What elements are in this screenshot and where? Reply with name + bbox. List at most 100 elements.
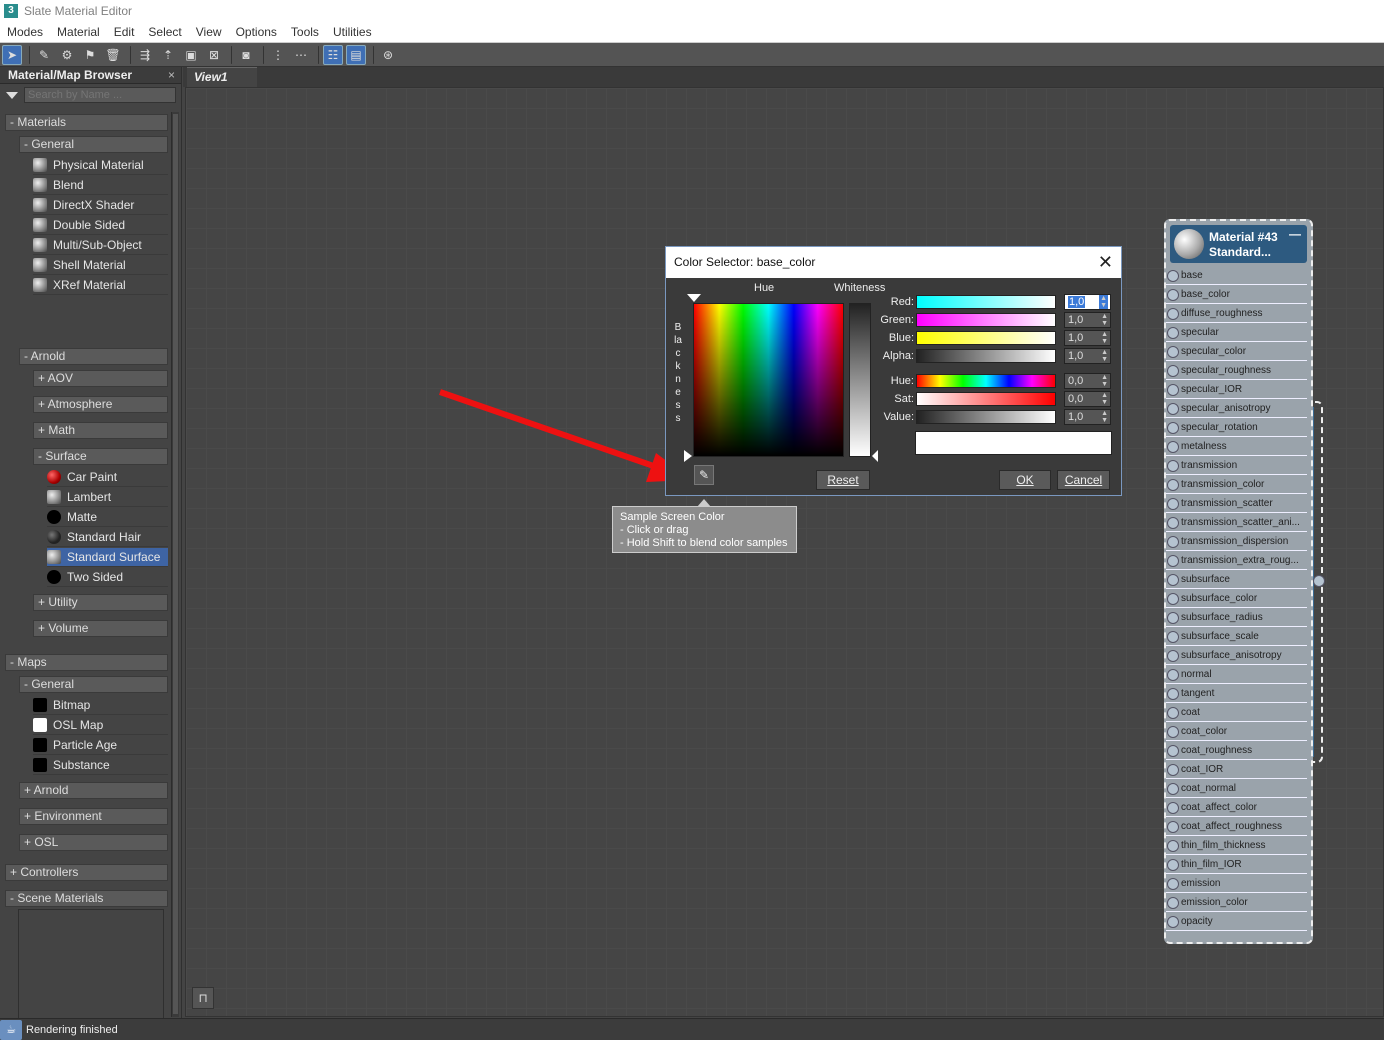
blackness-marker-icon[interactable] — [684, 450, 692, 462]
list-item[interactable]: OSL Map — [33, 716, 168, 735]
minimize-icon[interactable]: — — [1289, 227, 1301, 241]
hide-unused-icon[interactable]: ⇡ — [158, 45, 178, 65]
input-port[interactable] — [1167, 270, 1179, 282]
list-item[interactable]: Matte — [47, 508, 168, 527]
select-tool-icon[interactable]: ➤ — [2, 44, 22, 65]
node-slot[interactable]: coat_IOR — [1166, 761, 1307, 779]
node-slot[interactable]: subsurface — [1166, 571, 1307, 589]
input-port[interactable] — [1167, 916, 1179, 928]
list-item[interactable]: Particle Age — [33, 736, 168, 755]
node-slot[interactable]: normal — [1166, 666, 1307, 684]
node-slot[interactable]: coat — [1166, 704, 1307, 722]
menu-tools[interactable]: Tools — [284, 25, 326, 39]
menu-edit[interactable]: Edit — [107, 25, 142, 39]
spinner-arrows-icon[interactable]: ▲ ▼ — [1101, 374, 1108, 388]
put-to-scene-icon[interactable]: ⚙ — [57, 45, 77, 65]
layout-vertical-icon[interactable]: ⋮ — [268, 45, 288, 65]
input-port[interactable] — [1167, 365, 1179, 377]
group-general[interactable]: - General — [19, 136, 168, 153]
group-math[interactable]: + Math — [33, 422, 168, 439]
node-slot[interactable]: tangent — [1166, 685, 1307, 703]
list-item[interactable]: Multi/Sub-Object — [33, 236, 168, 255]
node-slot[interactable]: thin_film_thickness — [1166, 837, 1307, 855]
hue-blackness-picker[interactable] — [693, 303, 844, 457]
alpha-spinner[interactable]: 1,0 ▲ ▼ — [1064, 348, 1111, 364]
node-slot[interactable]: coat_color — [1166, 723, 1307, 741]
group-maps-arnold[interactable]: + Arnold — [19, 782, 168, 799]
input-port[interactable] — [1167, 612, 1179, 624]
node-slot[interactable]: transmission_scatter — [1166, 495, 1307, 513]
teapot-icon[interactable]: ☕ — [0, 1019, 22, 1040]
show-shaded-icon[interactable]: ▣ — [181, 45, 201, 65]
browser-toggle-icon[interactable]: ☷ — [323, 44, 343, 65]
node-slot[interactable]: coat_roughness — [1166, 742, 1307, 760]
current-color-swatch[interactable] — [915, 431, 1112, 455]
node-slot[interactable]: thin_film_IOR — [1166, 856, 1307, 874]
hue-slider[interactable] — [916, 374, 1056, 388]
list-item[interactable]: Shell Material — [33, 256, 168, 275]
input-port[interactable] — [1167, 631, 1179, 643]
spinner-arrows-icon[interactable]: ▲ ▼ — [1101, 410, 1108, 424]
value-slider[interactable] — [916, 410, 1056, 424]
ok-button[interactable]: OK — [999, 470, 1051, 490]
red-slider[interactable] — [916, 295, 1056, 309]
node-slot[interactable]: transmission_color — [1166, 476, 1307, 494]
input-port[interactable] — [1167, 517, 1179, 529]
spinner-arrows-icon[interactable]: ▲ ▼ — [1101, 313, 1108, 327]
green-spinner[interactable]: 1,0 ▲ ▼ — [1064, 312, 1111, 328]
node-slot[interactable]: specular_color — [1166, 343, 1307, 361]
node-slot[interactable]: emission — [1166, 875, 1307, 893]
group-scene-materials[interactable]: - Scene Materials — [5, 890, 168, 907]
search-input[interactable] — [24, 87, 176, 103]
node-slot[interactable]: subsurface_anisotropy — [1166, 647, 1307, 665]
node-slot[interactable]: specular — [1166, 324, 1307, 342]
navigator-icon[interactable]: ⊓ — [192, 987, 214, 1009]
input-port[interactable] — [1167, 783, 1179, 795]
tab-view1[interactable]: View1 — [187, 67, 257, 87]
move-children-icon[interactable]: ⇶ — [135, 45, 155, 65]
list-item[interactable]: Two Sided — [47, 568, 168, 587]
menu-modes[interactable]: Modes — [0, 25, 50, 39]
sat-spinner[interactable]: 0,0 ▲ ▼ — [1064, 391, 1111, 407]
input-port[interactable] — [1167, 802, 1179, 814]
input-port[interactable] — [1167, 821, 1179, 833]
list-item[interactable]: Substance — [33, 756, 168, 775]
eyedropper-icon[interactable]: ✎ — [694, 465, 714, 485]
input-port[interactable] — [1167, 764, 1179, 776]
pick-material-icon[interactable]: ✎ — [34, 45, 54, 65]
node-slot[interactable]: transmission — [1166, 457, 1307, 475]
select-by-material-icon[interactable]: ⊛ — [378, 45, 398, 65]
node-slot[interactable]: transmission_scatter_ani... — [1166, 514, 1307, 532]
input-port[interactable] — [1167, 593, 1179, 605]
menu-material[interactable]: Material — [50, 25, 107, 39]
red-spinner[interactable]: 1,0 ▲ ▼ — [1064, 294, 1111, 310]
node-slot[interactable]: coat_affect_color — [1166, 799, 1307, 817]
node-slot[interactable]: specular_rotation — [1166, 419, 1307, 437]
input-port[interactable] — [1167, 878, 1179, 890]
browser-scrollbar[interactable] — [171, 112, 179, 1017]
group-atmosphere[interactable]: + Atmosphere — [33, 396, 168, 413]
node-slot[interactable]: subsurface_radius — [1166, 609, 1307, 627]
menu-utilities[interactable]: Utilities — [326, 25, 379, 39]
group-osl[interactable]: + OSL — [19, 834, 168, 851]
layout-horizontal-icon[interactable]: ⋯ — [291, 45, 311, 65]
list-item[interactable]: Double Sided — [33, 216, 168, 235]
hue-marker-icon[interactable] — [687, 294, 701, 302]
browser-options-icon[interactable] — [6, 91, 18, 99]
input-port[interactable] — [1167, 479, 1179, 491]
show-map-icon[interactable]: ⊠ — [204, 45, 224, 65]
group-environment[interactable]: + Environment — [19, 808, 168, 825]
whiteness-marker-icon[interactable] — [872, 450, 878, 462]
list-item[interactable]: Bitmap — [33, 696, 168, 715]
node-slot[interactable]: base_color — [1166, 286, 1307, 304]
input-port[interactable] — [1167, 498, 1179, 510]
input-port[interactable] — [1167, 403, 1179, 415]
list-item[interactable]: DirectX Shader — [33, 196, 168, 215]
input-port[interactable] — [1167, 745, 1179, 757]
node-header[interactable]: Material #43 Standard... — — [1170, 225, 1307, 263]
input-port[interactable] — [1167, 897, 1179, 909]
node-slot[interactable]: specular_IOR — [1166, 381, 1307, 399]
parameter-editor-icon[interactable]: ▤ — [346, 44, 366, 65]
close-icon[interactable]: ✕ — [1098, 247, 1113, 278]
node-slot[interactable]: base — [1166, 267, 1307, 285]
